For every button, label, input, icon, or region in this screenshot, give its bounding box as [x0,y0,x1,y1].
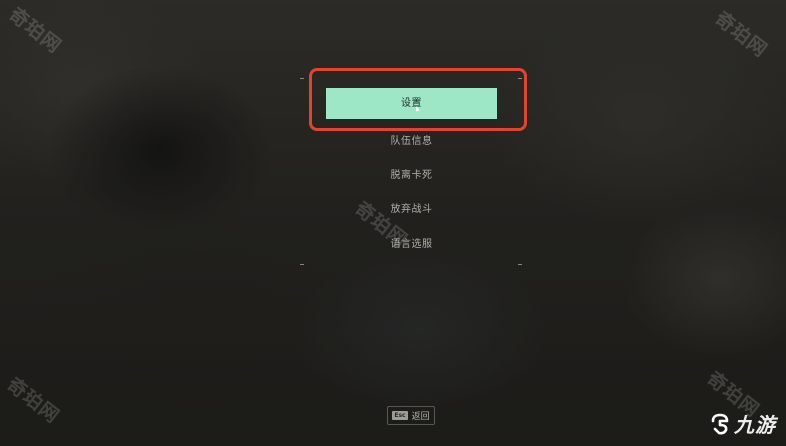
menu-item-language-server[interactable]: 语言选服 [326,235,497,250]
frame-corner-top-left [300,78,304,79]
back-label: 返回 [411,412,430,422]
jiuyou-logo-icon [711,413,729,434]
menu-item-team-info[interactable]: 队伍信息 [326,132,497,147]
esc-key-icon: Esc [392,411,408,420]
annotation-highlight-box [309,68,527,131]
jiuyou-logo: 九游 [709,409,776,438]
menu-item-unstuck[interactable]: 脱离卡死 [326,166,497,181]
frame-corner-bottom-left [300,264,304,265]
logo-text: 九游 [734,413,776,437]
esc-back-button[interactable]: Esc 返回 [387,406,435,425]
frame-corner-bottom-right [518,264,522,265]
